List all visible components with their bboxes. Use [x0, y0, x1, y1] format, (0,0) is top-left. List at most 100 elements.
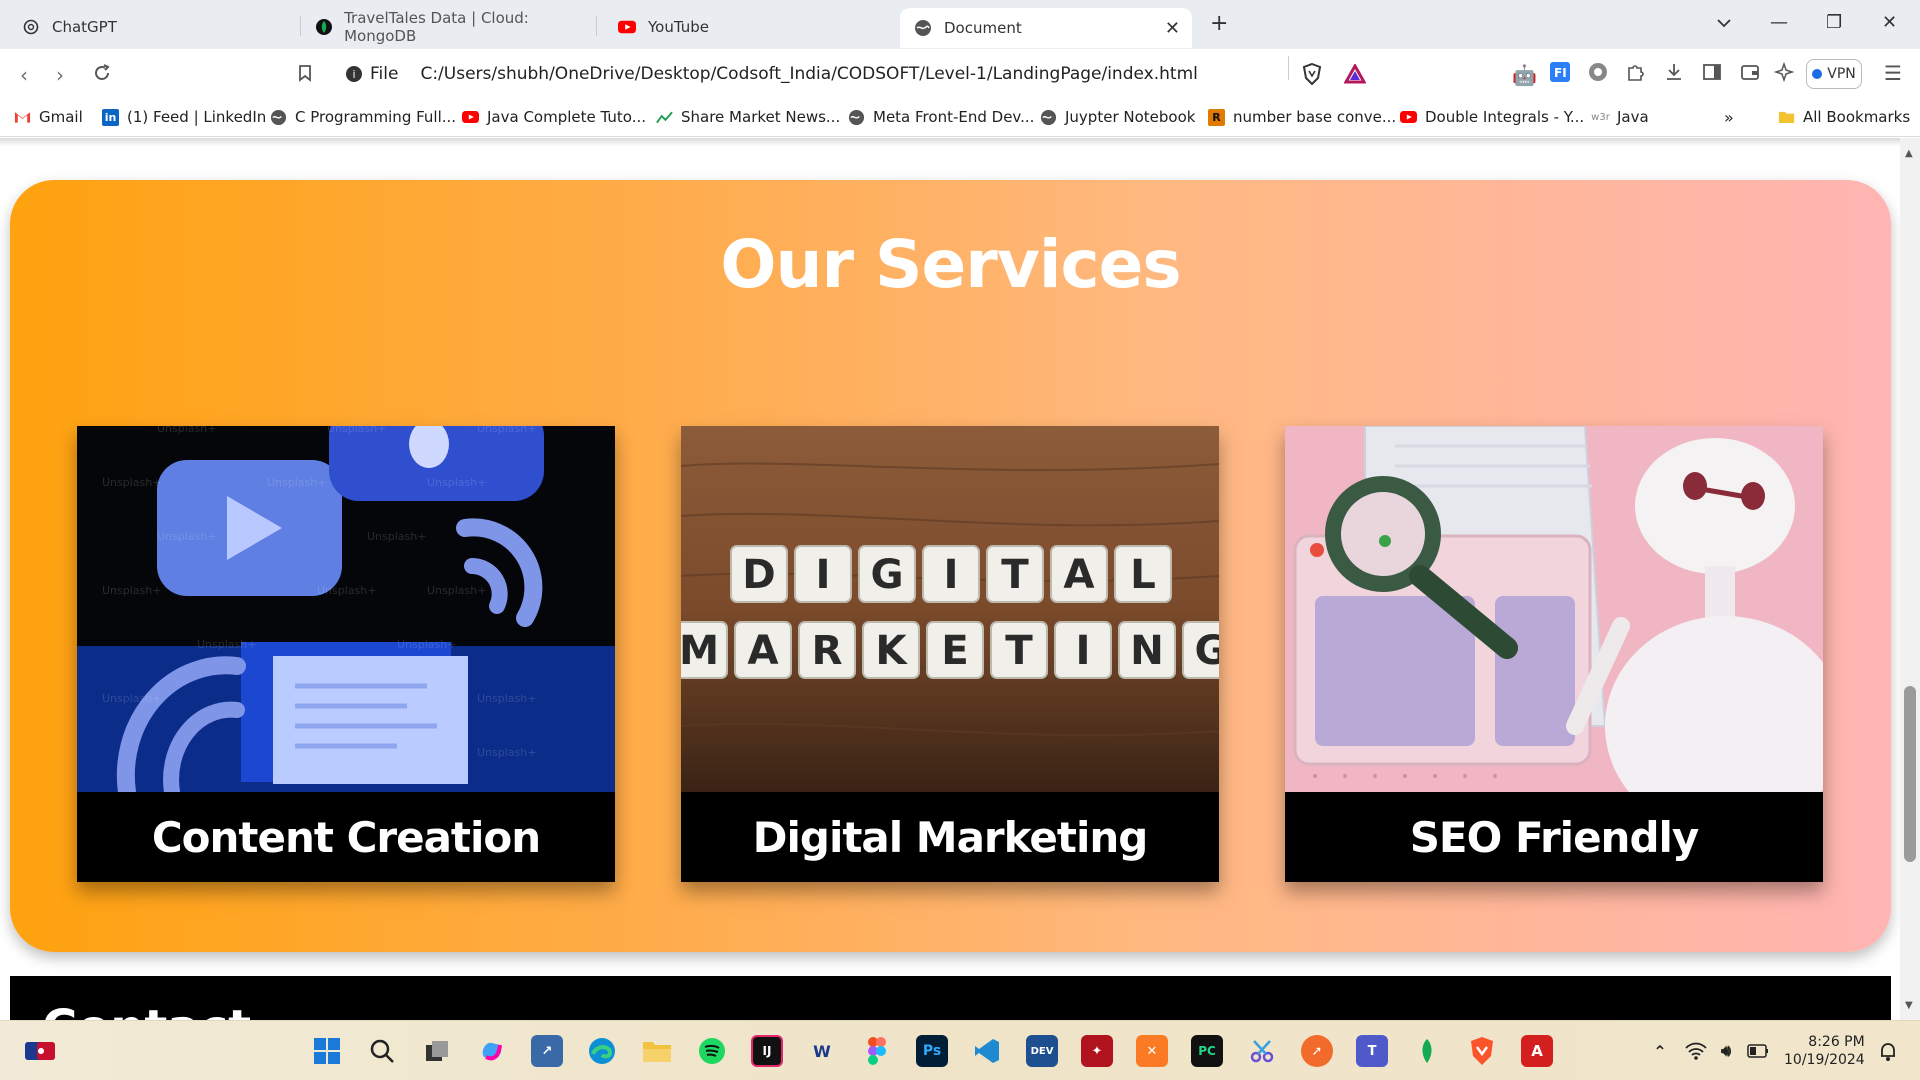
globe-icon	[848, 109, 865, 126]
pycharm-icon[interactable]: PC	[1191, 1035, 1223, 1067]
brave-browser-icon[interactable]	[1466, 1035, 1498, 1067]
extensions-puzzle-icon[interactable]	[1626, 62, 1646, 87]
globe-icon	[1040, 109, 1057, 126]
intellij-icon[interactable]: IJ	[751, 1035, 783, 1067]
bookmark-java-w3[interactable]: w3r Java	[1591, 108, 1649, 126]
scroll-down-arrow-icon[interactable]: ▼	[1905, 1000, 1913, 1011]
wallet-icon[interactable]	[1740, 62, 1760, 87]
reload-icon[interactable]	[92, 63, 112, 88]
photoshop-icon[interactable]: Ps	[916, 1035, 948, 1067]
scroll-up-arrow-icon[interactable]: ▲	[1905, 148, 1913, 159]
tab-chatgpt[interactable]: ChatGPT	[8, 9, 298, 44]
close-tab-icon[interactable]: ✕	[1165, 18, 1180, 39]
postman-icon[interactable]: ➚	[1301, 1035, 1333, 1067]
address-bar[interactable]: i File C:/Users/shubh/OneDrive/Desktop/C…	[334, 55, 1392, 93]
back-icon[interactable]: ‹	[20, 63, 28, 87]
page-scrollbar[interactable]: ▲ ▼	[1900, 138, 1920, 1020]
snipping-tool-icon[interactable]	[1246, 1035, 1278, 1067]
svg-text:Unsplash+: Unsplash+	[157, 530, 216, 543]
letter-tile-text: A	[1063, 551, 1094, 598]
scroll-thumb[interactable]	[1904, 686, 1916, 862]
letter-tile-text: T	[1005, 627, 1033, 674]
remote-desktop-icon[interactable]: ↗	[531, 1035, 563, 1067]
clock-time: 8:26 PM	[1808, 1034, 1865, 1050]
forward-icon[interactable]: ›	[56, 63, 64, 87]
copilot-icon[interactable]	[476, 1035, 508, 1067]
svg-text:Unsplash+: Unsplash+	[477, 426, 536, 435]
system-clock[interactable]: 8:26 PM 10/19/2024	[1784, 1033, 1865, 1069]
windows-taskbar: ↗ IJ W Ps DEV ✦ ✕ PC ➚ T A ⌃ 🔊︎ 8:26 PM …	[0, 1020, 1920, 1080]
browser-tab-strip: ChatGPT TravelTales Data | Cloud: MongoD…	[0, 0, 1920, 49]
menu-icon[interactable]: ☰	[1884, 61, 1902, 85]
show-hidden-icons-chevron-icon[interactable]: ⌃	[1644, 1035, 1676, 1067]
word-pad-icon[interactable]: W	[806, 1035, 838, 1067]
svg-text:Unsplash+: Unsplash+	[327, 426, 386, 435]
minimize-button[interactable]: —	[1770, 12, 1788, 33]
extension-fi-icon[interactable]: FI	[1550, 62, 1570, 87]
notifications-bell-icon[interactable]	[1872, 1035, 1904, 1067]
wifi-icon[interactable]	[1680, 1035, 1712, 1067]
spotify-icon[interactable]	[696, 1035, 728, 1067]
task-view-icon[interactable]	[421, 1035, 453, 1067]
letter-tile-text: M	[681, 627, 719, 674]
url-text[interactable]: C:/Users/shubh/OneDrive/Desktop/Codsoft_…	[420, 64, 1197, 84]
info-icon: i	[346, 66, 362, 82]
search-icon[interactable]	[366, 1035, 398, 1067]
letter-tile-text: G	[870, 551, 903, 598]
bookmark-number-base[interactable]: R number base conve...	[1208, 108, 1396, 126]
bookmark-c-programming[interactable]: C Programming Full...	[270, 108, 456, 126]
tab-document[interactable]: Document ✕	[900, 8, 1192, 48]
tab-youtube[interactable]: YouTube	[604, 9, 894, 44]
bookmark-meta-frontend[interactable]: Meta Front-End Dev...	[848, 108, 1034, 126]
leo-ai-icon[interactable]	[1773, 61, 1795, 87]
mongodb-compass-icon[interactable]	[1411, 1035, 1443, 1067]
bookmark-double-integrals[interactable]: Double Integrals - Y...	[1400, 108, 1584, 126]
brave-shield-icon[interactable]	[1302, 62, 1324, 87]
tab-search-chevron-icon[interactable]	[1716, 12, 1732, 33]
svg-text:Unsplash+: Unsplash+	[317, 584, 376, 597]
file-explorer-icon[interactable]	[641, 1035, 673, 1067]
svg-text:Unsplash+: Unsplash+	[477, 746, 536, 759]
window-close-button[interactable]: ✕	[1882, 12, 1897, 33]
extension-robot-icon[interactable]: 🤖	[1512, 63, 1537, 87]
bookmark-linkedin[interactable]: in (1) Feed | LinkedIn	[102, 108, 266, 126]
tab-title: YouTube	[648, 17, 709, 36]
edge-icon[interactable]	[586, 1035, 618, 1067]
start-menu-icon[interactable]	[311, 1035, 343, 1067]
teams-icon[interactable]: T	[1356, 1035, 1388, 1067]
battery-icon[interactable]	[1742, 1035, 1774, 1067]
sidebar-icon[interactable]	[1702, 62, 1722, 87]
new-tab-button[interactable]: +	[1210, 11, 1228, 36]
service-card-content-creation[interactable]: Unsplash+ Unsplash+ Unsplash+ Unsplash+ Uns…	[77, 426, 615, 882]
tab-title: ChatGPT	[52, 17, 117, 36]
bookmark-java-tutorial[interactable]: Java Complete Tuto...	[462, 108, 646, 126]
restore-button[interactable]: ❐	[1826, 12, 1842, 33]
letter-tile-text: R	[811, 627, 842, 674]
extension-circle-icon[interactable]	[1588, 62, 1608, 87]
brave-rewards-icon[interactable]	[1343, 62, 1367, 88]
site-info[interactable]: i File	[346, 64, 398, 84]
mlb-widget-icon[interactable]	[24, 1035, 56, 1067]
downloads-icon[interactable]	[1664, 62, 1684, 87]
tab-mongodb[interactable]: TravelTales Data | Cloud: MongoDB	[302, 9, 592, 45]
vpn-button[interactable]: VPN	[1806, 59, 1862, 89]
service-card-digital-marketing[interactable]: DIGITAL MARKETING Digital Marketing	[681, 426, 1219, 882]
vscode-icon[interactable]	[971, 1035, 1003, 1067]
dev-cpp-icon[interactable]: DEV	[1026, 1035, 1058, 1067]
service-card-seo-friendly[interactable]: SEO Friendly	[1285, 426, 1823, 882]
acrobat-icon[interactable]: A	[1521, 1035, 1553, 1067]
figma-icon[interactable]	[861, 1035, 893, 1067]
bookmark-gmail[interactable]: Gmail	[14, 108, 83, 126]
all-bookmarks[interactable]: All Bookmarks	[1778, 108, 1910, 126]
bookmark-icon[interactable]	[298, 63, 312, 87]
letter-tile-text: A	[747, 627, 778, 674]
xampp-icon[interactable]: ✕	[1136, 1035, 1168, 1067]
bookmark-share-market[interactable]: Share Market News...	[656, 108, 840, 126]
app-red-icon[interactable]: ✦	[1081, 1035, 1113, 1067]
globe-icon	[270, 109, 287, 126]
w3schools-icon: w3r	[1591, 111, 1610, 123]
svg-text:Unsplash+: Unsplash+	[102, 584, 161, 597]
bookmark-jupyter[interactable]: Juypter Notebook	[1040, 108, 1195, 126]
volume-icon[interactable]: 🔊︎	[1710, 1035, 1742, 1067]
more-bookmarks-chevron-icon[interactable]: »	[1724, 108, 1734, 127]
